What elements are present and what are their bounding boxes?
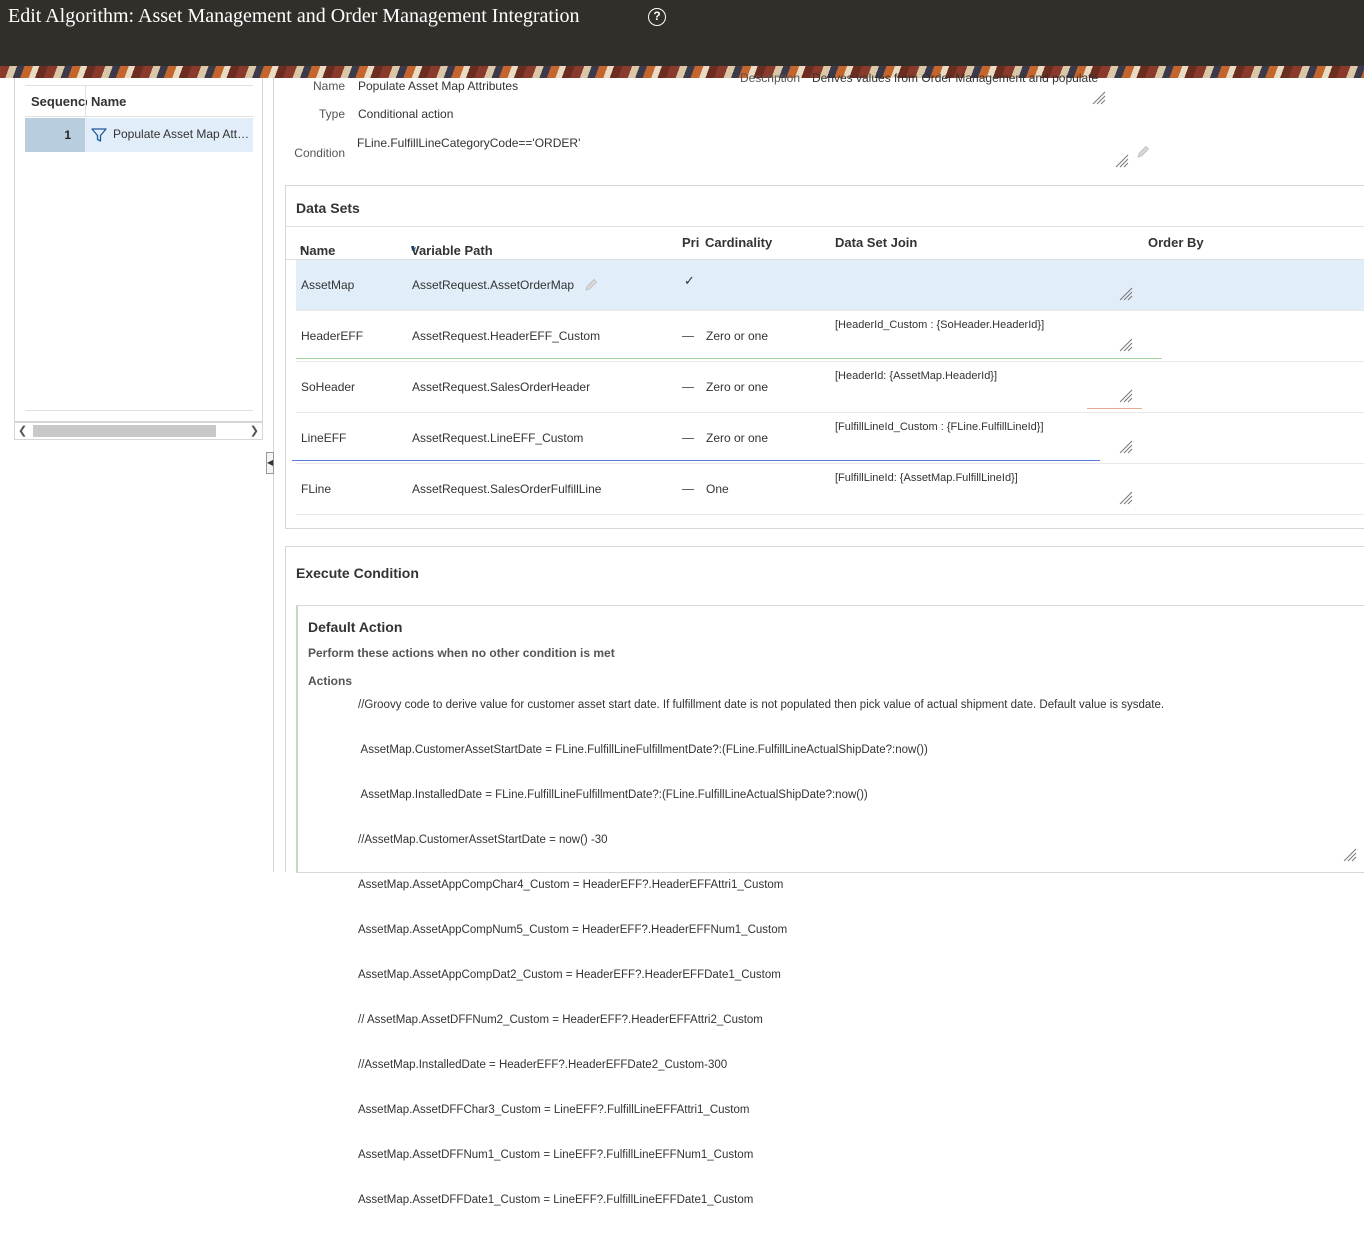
description-label: Description [739,71,800,85]
row-underline [296,358,1162,359]
primary-empty[interactable] [682,329,694,343]
table-row[interactable]: 1 Populate Asset Map Attributes [25,118,253,152]
column-header-data-set-join[interactable]: Data Set Join [835,235,917,250]
data-set-cardinality[interactable]: Zero or one [706,380,768,394]
type-value: Conditional action [358,107,454,121]
data-set-cardinality[interactable]: One [706,482,729,496]
column-header-primary[interactable]: Pri [682,235,699,250]
row-underline [292,460,1100,461]
sequence-name: Populate Asset Map Attributes [113,127,251,141]
execute-condition-section: Execute Condition Default Action Perform… [285,546,1364,1206]
sequence-number: 1 [25,118,85,152]
condition-label: Condition [294,146,345,160]
edit-pencil-icon[interactable] [1135,144,1151,160]
default-action-panel: Default Action Perform these actions whe… [296,605,1364,1206]
page-title: Edit Algorithm: Asset Management and Ord… [8,5,580,27]
data-set-name: AssetMap [301,278,355,292]
actions-code-field[interactable]: //Groovy code to derive value for custom… [358,668,1164,1238]
data-set-variable-path: AssetRequest.SalesOrderFulfillLine [412,482,602,496]
data-sets-title: Data Sets [296,200,360,216]
scrollbar-thumb[interactable] [33,425,216,437]
column-header-cardinality[interactable]: Cardinality [705,235,772,250]
page-header: Edit Algorithm: Asset Management and Ord… [0,0,1364,66]
data-set-name: LineEFF [301,431,347,445]
default-action-title: Default Action [308,619,403,635]
primary-empty[interactable] [682,482,694,496]
resize-icon[interactable] [1119,389,1133,403]
scroll-left-icon[interactable]: ❮ [18,424,27,437]
execute-condition-title: Execute Condition [296,565,419,581]
primary-empty[interactable] [682,431,694,445]
default-action-subtitle: Perform these actions when no other cond… [308,646,615,660]
resize-icon[interactable] [1092,91,1106,105]
table-row[interactable]: LineEFF AssetRequest.LineEFF_Custom Zero… [292,413,1364,464]
sequence-table-header: Sequence Name [25,85,253,117]
data-set-join[interactable]: [HeaderId: {AssetMap.HeaderId}] [835,370,997,382]
divider [25,410,253,411]
data-sets-section: Data Sets * Name * Variable Path Pri Cardi… [285,185,1364,529]
main-content: Name Populate Asset Map Attributes Type … [275,71,1364,1206]
decorative-banner [0,66,1364,78]
data-set-join[interactable]: [FulfillLineId_Custom : {FLine.FulfillLi… [835,421,1044,433]
edit-pencil-icon[interactable] [583,277,599,293]
actions-label: Actions [308,674,353,688]
column-header-name[interactable]: Name [91,94,126,109]
name-label: Name [312,79,345,93]
data-set-variable-path: AssetRequest.HeaderEFF_Custom [412,329,601,343]
type-label: Type [318,107,345,121]
resize-icon[interactable] [1119,440,1133,454]
name-value: Populate Asset Map Attributes [358,79,519,93]
horizontal-scrollbar[interactable]: ❮ ❯ [14,422,263,440]
scroll-right-icon[interactable]: ❯ [250,424,259,437]
field-underline [1087,408,1142,409]
data-sets-table-header: * Name * Variable Path Pri Cardinality Dat… [286,226,1364,260]
condition-field[interactable]: FLine.FulfillLineCategoryCode=='ORDER' [357,136,580,150]
resize-icon[interactable] [1115,154,1129,168]
sequence-table: Sequence Name 1 Populate Asset Map Attri… [14,78,263,422]
column-header-sequence[interactable]: Sequence [31,94,87,109]
data-set-cardinality[interactable]: Zero or one [706,431,768,445]
data-set-name: SoHeader [301,380,356,394]
resize-icon[interactable] [1343,848,1357,862]
data-set-name: FLine [301,482,332,496]
data-set-variable-path: AssetRequest.SalesOrderHeader [412,380,591,394]
column-divider[interactable] [85,86,86,116]
data-set-variable-path: AssetRequest.LineEFF_Custom [412,431,584,445]
data-set-variable-path: AssetRequest.AssetOrderMap [412,278,575,292]
column-header-order-by[interactable]: Order By [1148,235,1204,250]
filter-icon [91,128,107,142]
resize-icon[interactable] [1119,338,1133,352]
primary-empty[interactable] [682,380,694,394]
primary-checkmark-icon: ✓ [684,273,695,288]
resize-icon[interactable] [1119,491,1133,505]
data-set-join[interactable]: [HeaderId_Custom : {SoHeader.HeaderId}] [835,319,1044,331]
table-row[interactable]: FLine AssetRequest.SalesOrderFulfillLine… [296,464,1364,515]
table-row[interactable]: SoHeader AssetRequest.SalesOrderHeader Z… [296,362,1364,413]
table-row[interactable]: AssetMap AssetRequest.AssetOrderMap ✓ [296,260,1364,311]
resize-icon[interactable] [1119,287,1133,301]
table-row[interactable]: HeaderEFF AssetRequest.HeaderEFF_Custom … [296,311,1364,362]
data-set-cardinality[interactable]: Zero or one [706,329,768,343]
data-set-name: HeaderEFF [301,329,364,343]
help-icon[interactable]: ? [648,8,666,26]
data-set-join[interactable]: [FulfillLineId: {AssetMap.FulfillLineId}… [835,472,1018,484]
collapse-panel-handle[interactable]: ◀ [266,452,274,474]
description-field[interactable]: Derives values from Order Management and… [812,71,1107,85]
sequence-panel: Sequence Name 1 Populate Asset Map Attri… [0,78,274,872]
